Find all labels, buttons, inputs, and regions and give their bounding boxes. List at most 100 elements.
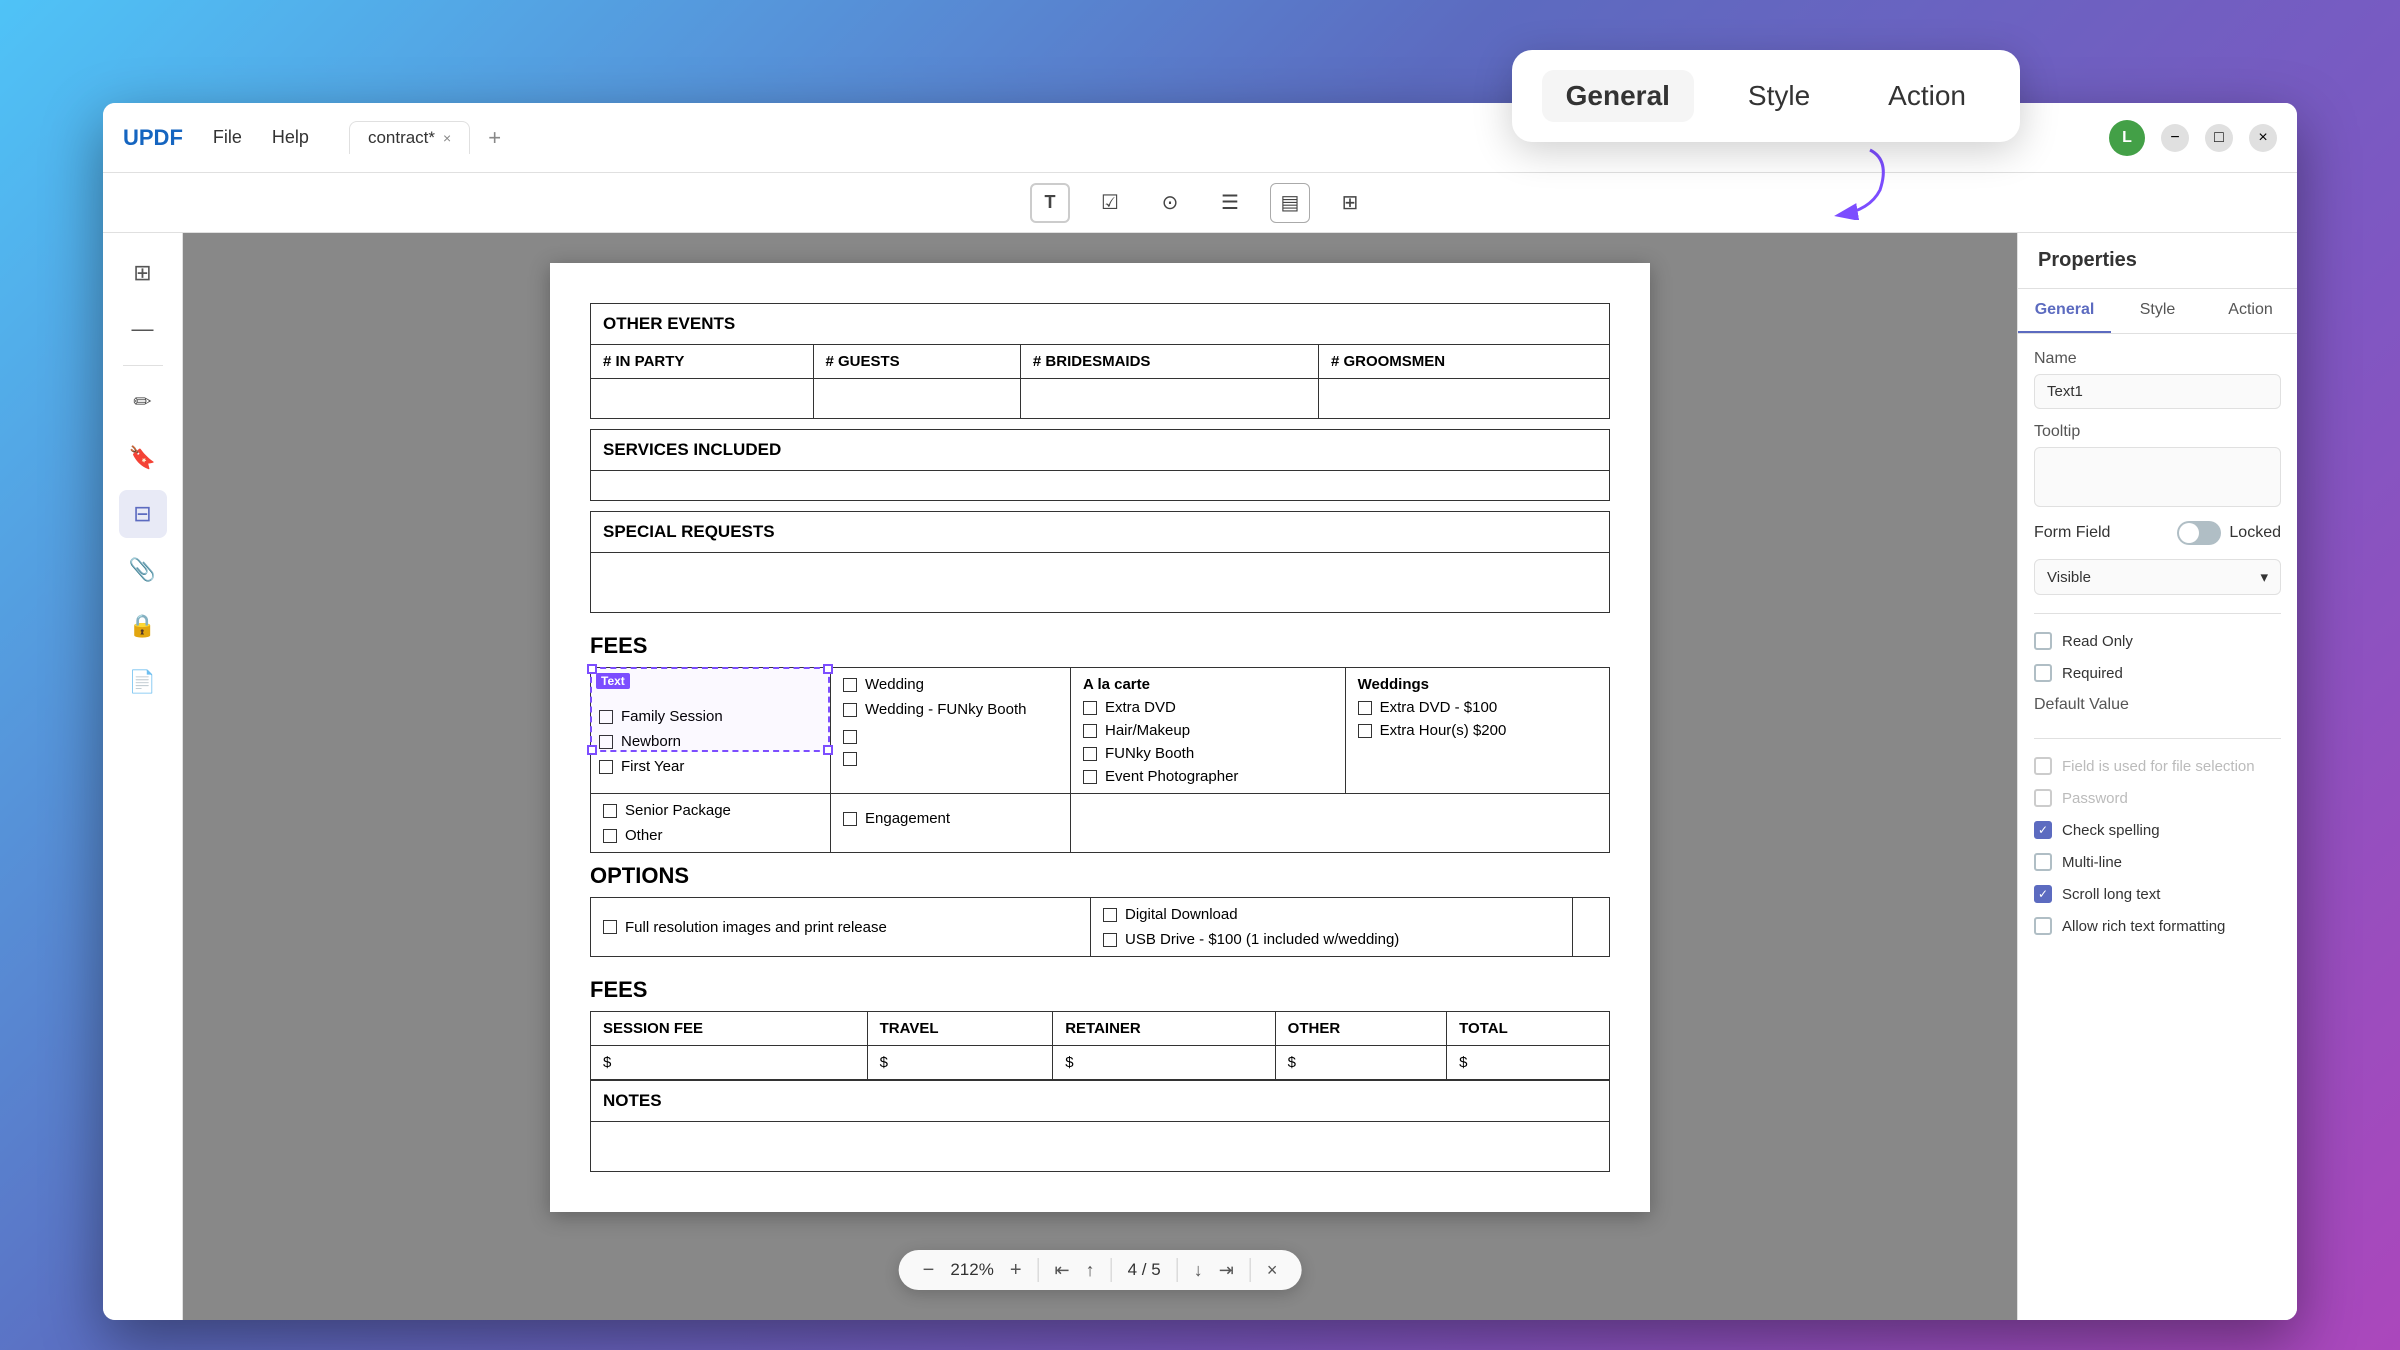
password-checkbox[interactable] (2034, 789, 2052, 807)
tooltip-label: Tooltip (2034, 423, 2281, 441)
travel-val[interactable]: $ (867, 1046, 1053, 1080)
window-controls: L − □ × (2109, 120, 2277, 156)
tab-close-btn[interactable]: × (443, 130, 451, 146)
menu-file[interactable]: File (213, 127, 242, 148)
name-field-group: Name (2034, 350, 2281, 409)
text-field-tool[interactable]: T (1030, 183, 1070, 223)
tab-general[interactable]: General (2018, 289, 2111, 333)
tab-add-btn[interactable]: + (478, 121, 511, 155)
popup-tab-style[interactable]: Style (1724, 70, 1834, 122)
tab-action[interactable]: Action (2204, 289, 2297, 333)
toolbar-divider-3 (1177, 1258, 1178, 1282)
form-field-row: Form Field Locked (2034, 521, 2281, 545)
checkbox-tool[interactable]: ☑ (1090, 183, 1130, 223)
read-only-row: Read Only (2034, 632, 2281, 650)
menu-bar: File Help (213, 127, 309, 148)
tab-bar: contract* × + (349, 121, 511, 155)
checkbox-alacarte: A la carte Extra DVD Hair/Makeup FUNky B… (1071, 668, 1346, 794)
session-fee-val[interactable]: $ (591, 1046, 868, 1080)
notes-header: NOTES (591, 1081, 1610, 1122)
sidebar-thumbnail[interactable]: ⊞ (119, 249, 167, 297)
menu-help[interactable]: Help (272, 127, 309, 148)
required-label: Required (2062, 665, 2123, 682)
sidebar-divider-1 (123, 365, 163, 366)
tooltip-input[interactable] (2034, 447, 2281, 507)
guests-val (813, 379, 1020, 419)
multi-line-checkbox[interactable] (2034, 853, 2052, 871)
nav-last-btn[interactable]: ⇥ (1219, 1260, 1234, 1281)
main-area: ⊞ — ✏ 🔖 ⊟ 📎 🔒 📄 ✒ OTHER EVENTS (103, 233, 2297, 1320)
nav-next-btn[interactable]: ↓ (1194, 1260, 1203, 1281)
weddings-label: Weddings (1358, 676, 1597, 693)
nav-first-btn[interactable]: ⇤ (1055, 1260, 1070, 1281)
file-selection-row: Field is used for file selection (2034, 757, 2281, 775)
radio-tool[interactable]: ⊙ (1150, 183, 1190, 223)
list-tool[interactable]: ☰ (1210, 183, 1250, 223)
zoom-value: 212% (950, 1260, 993, 1280)
sidebar-zoom[interactable]: — (119, 305, 167, 353)
app-window: UPDF File Help contract* × + L − □ × T ☑… (103, 103, 2297, 1320)
option-print[interactable]: Full resolution images and print release (591, 898, 1091, 957)
multi-line-label: Multi-line (2062, 854, 2122, 871)
name-input[interactable] (2034, 374, 2281, 409)
services-header: SERVICES INCLUDED (591, 430, 1610, 471)
minimize-btn[interactable]: − (2161, 124, 2189, 152)
close-btn[interactable]: × (2249, 124, 2277, 152)
total-val[interactable]: $ (1447, 1046, 1610, 1080)
alacarte-label: A la carte (1083, 676, 1333, 693)
button-tool[interactable]: ⊞ (1330, 183, 1370, 223)
sidebar-form[interactable]: ⊟ (119, 490, 167, 538)
toolbar-close-btn[interactable]: × (1267, 1260, 1278, 1281)
visible-select[interactable]: Visible ▾ (2034, 559, 2281, 595)
locked-toggle[interactable] (2177, 521, 2221, 545)
notes-val (591, 1122, 1610, 1172)
zoom-in-btn[interactable]: + (1010, 1259, 1022, 1282)
locked-label: Locked (2229, 524, 2281, 542)
session-fee-header: SESSION FEE (591, 1012, 868, 1046)
checkbox-engagement[interactable]: Engagement (831, 794, 1071, 853)
zoom-out-btn[interactable]: − (923, 1259, 935, 1282)
option-empty (1572, 898, 1609, 957)
in-party-val (591, 379, 814, 419)
check-spelling-checkbox[interactable]: ✓ (2034, 821, 2052, 839)
left-sidebar: ⊞ — ✏ 🔖 ⊟ 📎 🔒 📄 ✒ (103, 233, 183, 1320)
options-heading: OPTIONS (590, 863, 1610, 889)
scroll-long-checkbox[interactable]: ✓ (2034, 885, 2052, 903)
option-digital[interactable]: Digital Download USB Drive - $100 (1 inc… (1091, 898, 1573, 957)
groomsmen-col: # GROOMSMEN (1318, 345, 1609, 379)
allow-rich-checkbox[interactable] (2034, 917, 2052, 935)
special-requests-header: SPECIAL REQUESTS (591, 512, 1610, 553)
panel-header: Properties (2018, 233, 2297, 289)
other-val[interactable]: $ (1275, 1046, 1446, 1080)
checkbox-wedding[interactable]: Wedding Wedding - FUNky Booth (831, 668, 1071, 794)
right-panel: Properties General Style Action Name Too… (2017, 233, 2297, 1320)
popup-tab-action[interactable]: Action (1864, 70, 1990, 122)
tab-style[interactable]: Style (2111, 289, 2204, 333)
sidebar-attachment[interactable]: 📎 (119, 546, 167, 594)
popup-tab-general[interactable]: General (1542, 70, 1694, 122)
nav-prev-btn[interactable]: ↑ (1086, 1260, 1095, 1281)
document-area[interactable]: OTHER EVENTS # IN PARTY # GUESTS # BRIDE… (183, 233, 2017, 1320)
user-avatar: L (2109, 120, 2145, 156)
required-checkbox[interactable] (2034, 664, 2052, 682)
sidebar-bookmark[interactable]: 🔖 (119, 434, 167, 482)
toolbar-divider-2 (1111, 1258, 1112, 1282)
retainer-header: RETAINER (1053, 1012, 1275, 1046)
check-spelling-label: Check spelling (2062, 822, 2160, 839)
tab-contract[interactable]: contract* × (349, 121, 470, 154)
section-divider-2 (2034, 738, 2281, 739)
groomsmen-val (1318, 379, 1609, 419)
checkbox-row2[interactable]: Senior Package Other (591, 794, 831, 853)
file-selection-checkbox[interactable] (2034, 757, 2052, 775)
allow-rich-label: Allow rich text formatting (2062, 918, 2225, 935)
toolbar-divider-4 (1250, 1258, 1251, 1282)
dropdown-tool[interactable]: ▤ (1270, 183, 1310, 223)
retainer-val[interactable]: $ (1053, 1046, 1275, 1080)
in-party-col: # IN PARTY (591, 345, 814, 379)
sidebar-pages[interactable]: 📄 (119, 658, 167, 706)
sidebar-security[interactable]: 🔒 (119, 602, 167, 650)
bridesmaids-val (1020, 379, 1318, 419)
maximize-btn[interactable]: □ (2205, 124, 2233, 152)
sidebar-annotate[interactable]: ✏ (119, 378, 167, 426)
read-only-checkbox[interactable] (2034, 632, 2052, 650)
